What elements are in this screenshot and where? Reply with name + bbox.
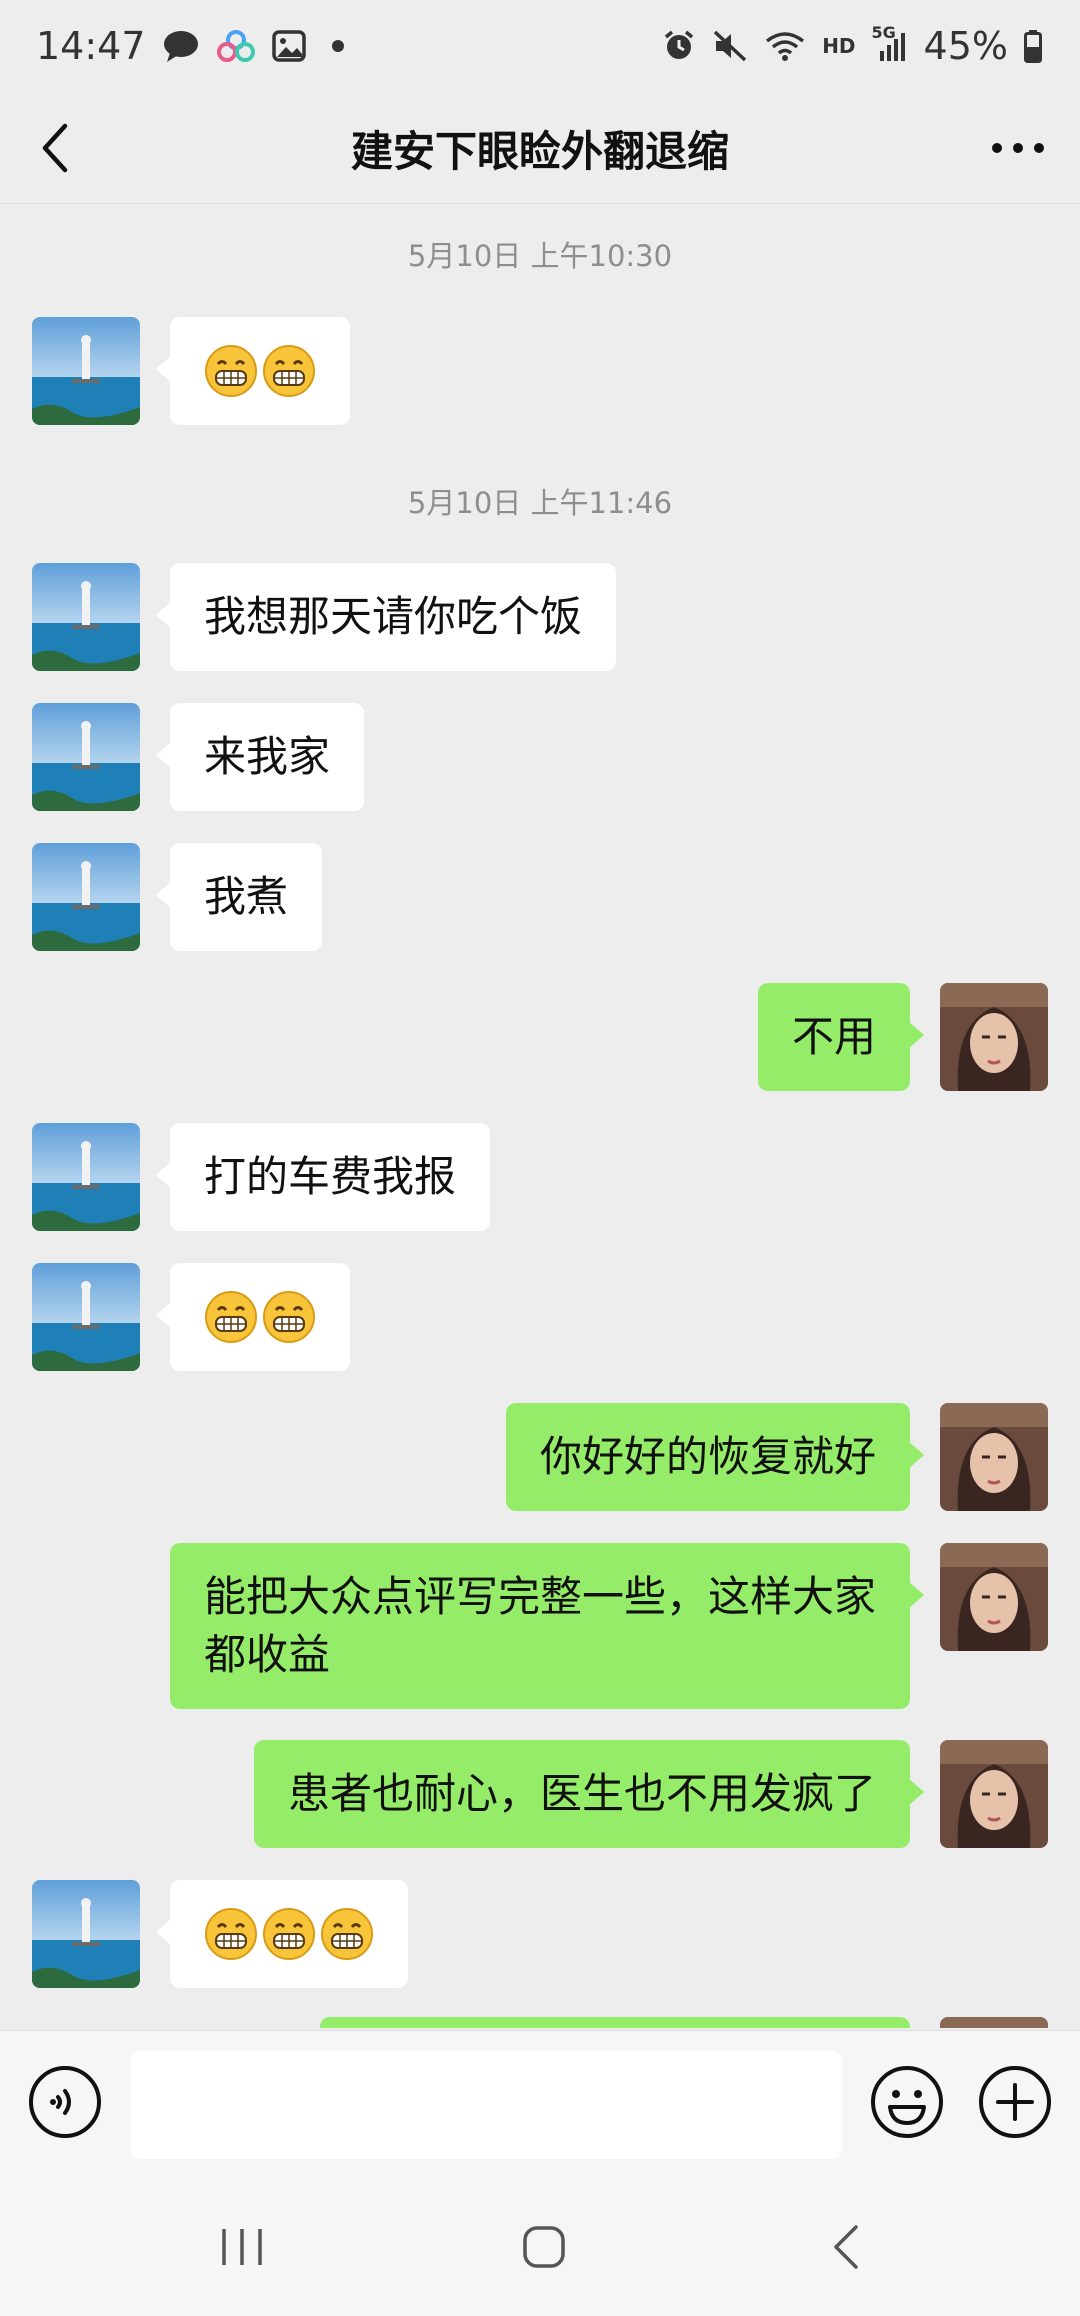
status-time: 14:47 xyxy=(36,24,146,68)
message-list[interactable]: 5月10日 上午10:30 5月10日 上午11:46 我想那天请你吃个饭 来我… xyxy=(0,205,1080,2028)
message-bubble-incoming[interactable]: 来我家 xyxy=(155,703,365,811)
my-avatar[interactable] xyxy=(940,1740,1048,1848)
battery-icon xyxy=(1024,29,1042,63)
contact-avatar[interactable] xyxy=(32,1880,140,1988)
more-notifications-dot-icon xyxy=(331,40,344,52)
message-bubble-incoming[interactable]: 我煮 xyxy=(155,843,323,951)
chat-header: 建安下眼睑外翻退缩 xyxy=(0,92,1080,204)
app-notification-icon xyxy=(216,29,256,63)
message-text: 来我家 xyxy=(204,732,331,781)
network-hd-label: HD xyxy=(822,34,856,58)
battery-percentage: 45% xyxy=(923,24,1008,68)
voice-icon xyxy=(29,2066,101,2138)
message-bubble-outgoing-partial[interactable] xyxy=(320,2017,910,2028)
contact-avatar[interactable] xyxy=(32,1123,140,1231)
message-bubble-incoming[interactable]: 我想那天请你吃个饭 xyxy=(155,563,617,671)
emoji-button[interactable] xyxy=(870,2065,944,2139)
grinning-emoji-icon xyxy=(263,1908,315,1960)
grinning-emoji-icon xyxy=(263,1291,315,1343)
message-bubble-outgoing[interactable]: 你好好的恢复就好 xyxy=(505,1403,925,1511)
timestamp: 5月10日 上午10:30 xyxy=(407,239,673,273)
smiley-icon xyxy=(871,2066,943,2138)
contact-avatar[interactable] xyxy=(32,703,140,811)
chat-title: 建安下眼睑外翻退缩 xyxy=(350,126,729,176)
message-bubble-incoming[interactable] xyxy=(156,317,350,425)
timestamp: 5月10日 上午11:46 xyxy=(407,486,673,520)
recent-apps-button[interactable] xyxy=(202,2212,282,2282)
message-bubble-outgoing[interactable]: 能把大众点评写完整一些，这样大家都收益 xyxy=(170,1543,924,1709)
my-avatar[interactable] xyxy=(940,983,1048,1091)
voice-input-button[interactable] xyxy=(28,2065,102,2139)
status-bar: 14:47 HD 5G 45% xyxy=(0,0,1080,92)
more-options-button[interactable] xyxy=(986,122,1050,174)
contact-avatar[interactable] xyxy=(32,843,140,951)
message-text: 患者也耐心，医生也不用发疯了 xyxy=(287,1769,876,1818)
chat-input-bar xyxy=(0,2030,1080,2172)
system-nav-bar xyxy=(0,2172,1080,2316)
message-text: 我想那天请你吃个饭 xyxy=(204,592,583,641)
back-chevron-icon xyxy=(834,2225,858,2269)
grinning-emoji-icon xyxy=(205,1908,257,1960)
message-input[interactable] xyxy=(130,2051,842,2159)
status-bar-left: 14:47 xyxy=(36,24,344,68)
grinning-emoji-icon xyxy=(205,345,257,397)
mute-icon xyxy=(712,29,748,63)
message-bubble-outgoing[interactable]: 患者也耐心，医生也不用发疯了 xyxy=(253,1740,925,1848)
message-bubble-outgoing[interactable]: 不用 xyxy=(757,983,925,1091)
home-button[interactable] xyxy=(504,2212,584,2282)
contact-avatar[interactable] xyxy=(32,563,140,671)
more-dots-icon xyxy=(992,143,1044,153)
message-text: 你好好的恢复就好 xyxy=(539,1432,876,1481)
emoji-group xyxy=(204,1288,316,1346)
chat-notification-icon xyxy=(162,29,200,63)
message-bubble-incoming[interactable]: 打的车费我报 xyxy=(155,1123,491,1231)
signal-icon: 5G xyxy=(872,23,908,63)
system-back-button[interactable] xyxy=(806,2212,886,2282)
emoji-group xyxy=(204,342,316,400)
wifi-icon xyxy=(764,29,806,63)
my-avatar[interactable] xyxy=(940,1543,1048,1651)
plus-icon xyxy=(979,2066,1051,2138)
grinning-emoji-icon xyxy=(205,1291,257,1343)
alarm-icon xyxy=(662,29,696,63)
grinning-emoji-icon xyxy=(263,345,315,397)
message-text: 不用 xyxy=(791,1012,876,1061)
message-text: 我煮 xyxy=(204,872,289,921)
emoji-group xyxy=(204,1905,374,1963)
status-bar-right: HD 5G 45% xyxy=(662,23,1042,68)
gallery-notification-icon xyxy=(271,30,306,62)
my-avatar[interactable] xyxy=(940,2017,1048,2028)
recent-apps-icon xyxy=(222,2229,262,2265)
contact-avatar[interactable] xyxy=(32,317,140,425)
my-avatar[interactable] xyxy=(940,1403,1048,1511)
more-actions-button[interactable] xyxy=(978,2065,1052,2139)
home-icon xyxy=(523,2226,565,2268)
contact-avatar[interactable] xyxy=(32,1263,140,1371)
message-text: 打的车费我报 xyxy=(204,1152,457,1201)
message-text: 能把大众点评写完整一些，这样大家都收益 xyxy=(204,1572,877,1679)
message-bubble-incoming[interactable] xyxy=(156,1263,350,1371)
signal-5g-label: 5G xyxy=(871,23,896,42)
grinning-emoji-icon xyxy=(321,1908,373,1960)
message-bubble-incoming[interactable] xyxy=(156,1880,408,1988)
